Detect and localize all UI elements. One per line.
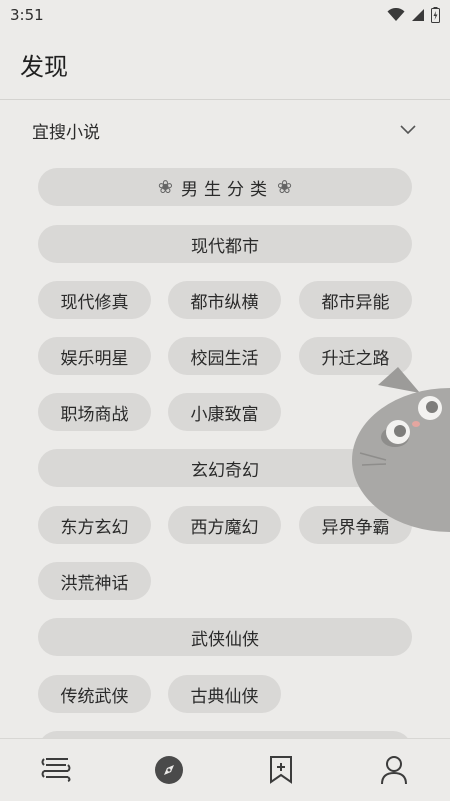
nav-bookmarks[interactable] — [251, 745, 311, 795]
compass-icon — [154, 756, 183, 784]
tag-button[interactable]: 西方魔幻 — [168, 506, 281, 544]
tag-button[interactable]: 东方玄幻 — [38, 506, 151, 544]
nav-bookshelf[interactable] — [26, 745, 86, 795]
tag-button[interactable]: 娱乐明星 — [38, 337, 151, 375]
flower-decor-left: ❀ — [157, 176, 173, 198]
tag-button[interactable]: 小康致富 — [168, 393, 281, 431]
category-title: ❀ 男生分类 ❀ — [38, 168, 412, 206]
flower-decor-right: ❀ — [277, 176, 293, 198]
tag-button[interactable]: 都市异能 — [299, 281, 412, 319]
tag-button[interactable]: 校园生活 — [168, 337, 281, 375]
tag-button[interactable]: 职场商战 — [38, 393, 151, 431]
nav-profile[interactable] — [364, 745, 424, 795]
bottom-nav — [0, 738, 450, 801]
tag-button[interactable]: 现代修真 — [38, 281, 151, 319]
bookshelf-icon — [41, 758, 71, 782]
tag-button[interactable]: 洪荒神话 — [38, 562, 151, 600]
user-icon — [380, 756, 407, 785]
section-header[interactable]: 现代都市 — [38, 225, 412, 263]
section-header[interactable]: 武侠仙侠 — [38, 618, 412, 656]
cat-mascot-icon — [352, 367, 450, 532]
nav-discover[interactable] — [139, 745, 199, 795]
tag-button[interactable]: 古典仙侠 — [168, 675, 281, 713]
category-title-text: 男生分类 — [181, 179, 273, 200]
tag-button[interactable]: 传统武侠 — [38, 675, 151, 713]
tag-button[interactable]: 都市纵横 — [168, 281, 281, 319]
bookmark-add-icon — [270, 756, 293, 784]
